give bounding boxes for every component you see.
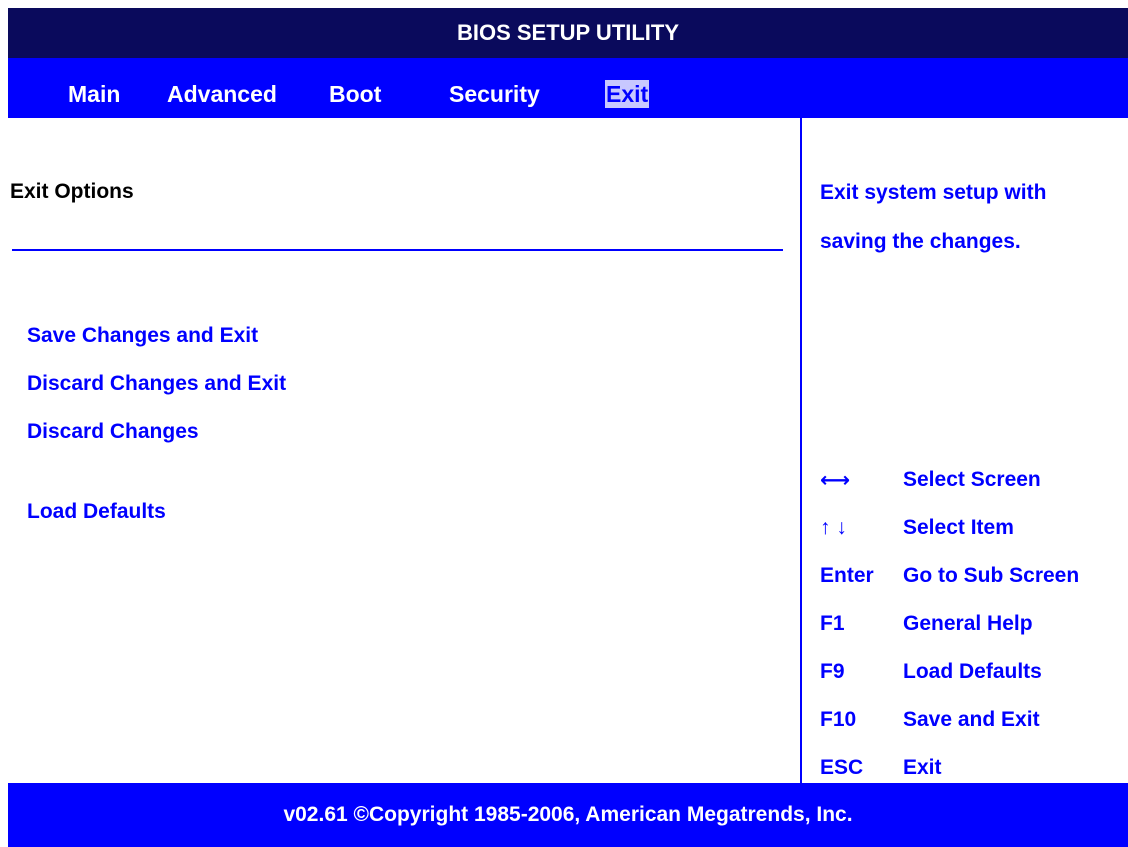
section-title: Exit Options: [10, 180, 134, 203]
main-panel: Exit Options Save Changes and Exit Disca…: [8, 118, 800, 791]
app-title: BIOS SETUP UTILITY: [456, 20, 680, 45]
footer-bar: v02.61 ©Copyright 1985-2006, American Me…: [8, 783, 1128, 847]
tab-bar: Main Advanced Boot Security Exit: [8, 58, 1128, 118]
key-label: F9: [820, 660, 845, 683]
menu-item-save-changes-and-exit[interactable]: Save Changes and Exit: [27, 324, 258, 348]
help-text-line-1: Exit system setup with: [820, 181, 1047, 204]
menu-item-discard-changes[interactable]: Discard Changes: [27, 420, 199, 444]
tab-exit[interactable]: Exit: [605, 80, 650, 108]
key-legend-row: ⟷ Select Screen: [820, 468, 1128, 494]
bios-screen: BIOS SETUP UTILITY Main Advanced Boot Se…: [8, 8, 1128, 847]
key-label: Enter: [820, 564, 874, 587]
key-label: F10: [820, 708, 857, 731]
key-label: F1: [820, 612, 845, 635]
menu-item-load-defaults[interactable]: Load Defaults: [27, 500, 166, 524]
key-legend-row: ESC Exit: [820, 756, 1128, 782]
key-description: Select Item: [903, 516, 1014, 539]
tab-advanced[interactable]: Advanced: [167, 80, 277, 108]
key-description: Save and Exit: [903, 708, 1040, 731]
title-bar: BIOS SETUP UTILITY: [8, 8, 1128, 58]
key-legend-row: Enter Go to Sub Screen: [820, 564, 1128, 590]
help-text-line-2: saving the changes.: [820, 230, 1021, 253]
key-description: Load Defaults: [903, 660, 1042, 683]
key-legend-row: F1 General Help: [820, 612, 1128, 638]
key-legend-row: F9 Load Defaults: [820, 660, 1128, 686]
tab-boot[interactable]: Boot: [329, 80, 381, 108]
help-panel: Exit system setup with saving the change…: [800, 118, 1128, 791]
key-legend-row: F10 Save and Exit: [820, 708, 1128, 734]
up-down-arrow-icon: ↑ ↓: [820, 516, 847, 539]
copyright-text: v02.61 ©Copyright 1985-2006, American Me…: [283, 803, 853, 826]
tab-security[interactable]: Security: [449, 80, 540, 108]
menu-item-discard-changes-and-exit[interactable]: Discard Changes and Exit: [27, 372, 286, 396]
section-divider: [12, 249, 783, 251]
key-description: Exit: [903, 756, 942, 779]
key-description: General Help: [903, 612, 1033, 635]
key-description: Go to Sub Screen: [903, 564, 1080, 587]
key-legend-row: ↑ ↓ Select Item: [820, 516, 1128, 542]
key-label: ESC: [820, 756, 864, 779]
tab-main[interactable]: Main: [68, 80, 120, 108]
key-description: Select Screen: [903, 468, 1041, 491]
left-right-arrow-icon: ⟷: [820, 469, 851, 492]
